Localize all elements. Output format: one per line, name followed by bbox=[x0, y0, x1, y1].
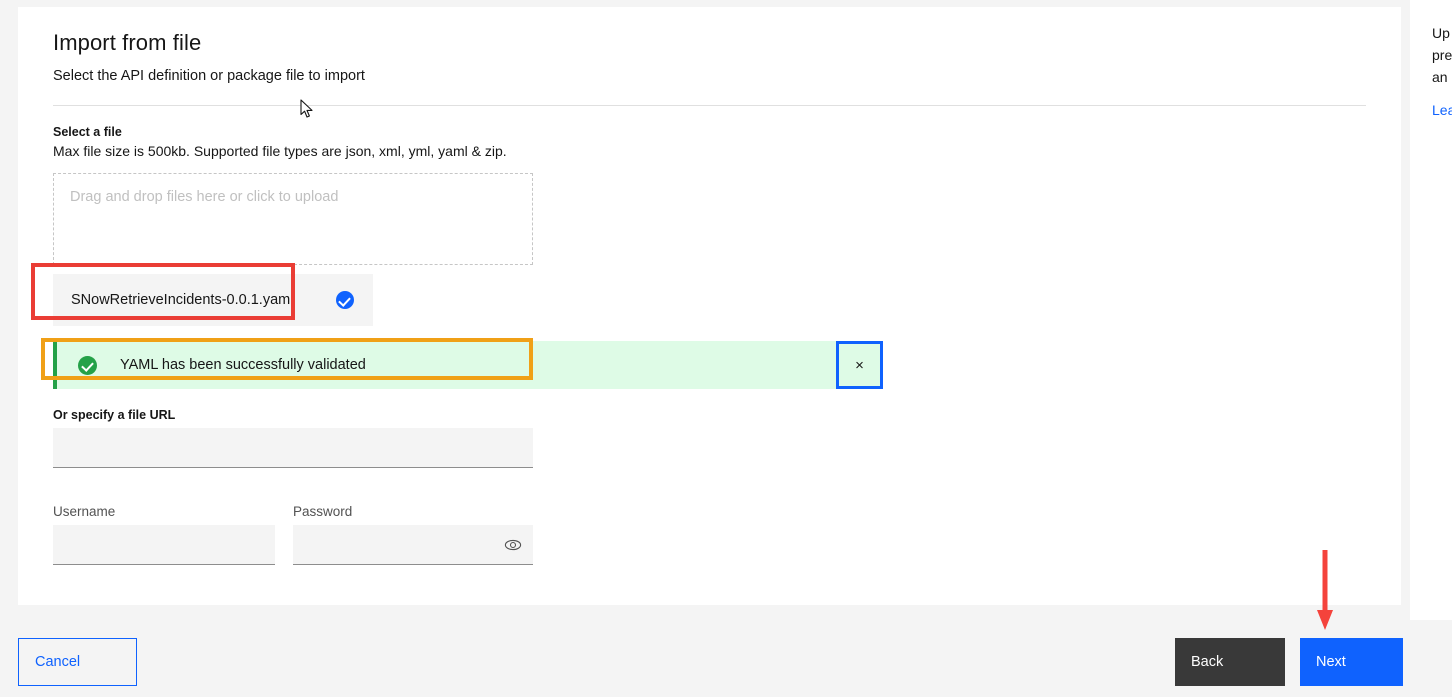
side-panel-line-2: pre bbox=[1432, 47, 1452, 63]
side-panel-line-3: an bbox=[1432, 69, 1448, 85]
next-button[interactable]: Next bbox=[1300, 638, 1403, 686]
back-button[interactable]: Back bbox=[1175, 638, 1285, 686]
selected-file-name: SNowRetrieveIncidents-0.0.1.yaml bbox=[71, 292, 294, 308]
file-validated-status bbox=[317, 291, 373, 309]
validation-success-notification: YAML has been successfully validated × bbox=[53, 341, 883, 389]
selected-file-row[interactable]: SNowRetrieveIncidents-0.0.1.yaml bbox=[53, 274, 373, 326]
dropzone-placeholder: Drag and drop files here or click to upl… bbox=[70, 189, 339, 205]
select-file-label: Select a file bbox=[53, 125, 122, 139]
check-circle-icon bbox=[336, 291, 354, 309]
import-card: Import from file Select the API definiti… bbox=[18, 7, 1401, 605]
success-check-icon bbox=[78, 355, 97, 375]
username-input[interactable] bbox=[53, 525, 275, 565]
side-panel-learn-more-link[interactable]: Lea bbox=[1432, 100, 1452, 120]
validation-message: YAML has been successfully validated bbox=[120, 357, 366, 373]
side-help-panel: Up pre an Lea bbox=[1410, 0, 1452, 620]
cancel-button[interactable]: Cancel bbox=[18, 638, 137, 686]
file-dropzone[interactable]: Drag and drop files here or click to upl… bbox=[53, 173, 533, 265]
page-title: Import from file bbox=[53, 30, 202, 55]
password-label: Password bbox=[293, 504, 353, 519]
file-url-label: Or specify a file URL bbox=[53, 408, 176, 422]
password-field-wrapper bbox=[293, 525, 533, 565]
file-url-input[interactable] bbox=[53, 428, 533, 468]
show-password-eye-icon[interactable] bbox=[501, 534, 525, 556]
side-panel-line-1: Up bbox=[1432, 25, 1450, 41]
username-label: Username bbox=[53, 504, 116, 519]
import-from-file-screen: Up pre an Lea Import from file Select th… bbox=[0, 0, 1452, 697]
select-file-help-text: Max file size is 500kb. Supported file t… bbox=[53, 143, 507, 159]
close-notification-button[interactable]: × bbox=[836, 341, 883, 389]
header-divider bbox=[53, 105, 1366, 106]
password-input[interactable] bbox=[293, 525, 533, 565]
page-subtitle: Select the API definition or package fil… bbox=[53, 68, 365, 84]
